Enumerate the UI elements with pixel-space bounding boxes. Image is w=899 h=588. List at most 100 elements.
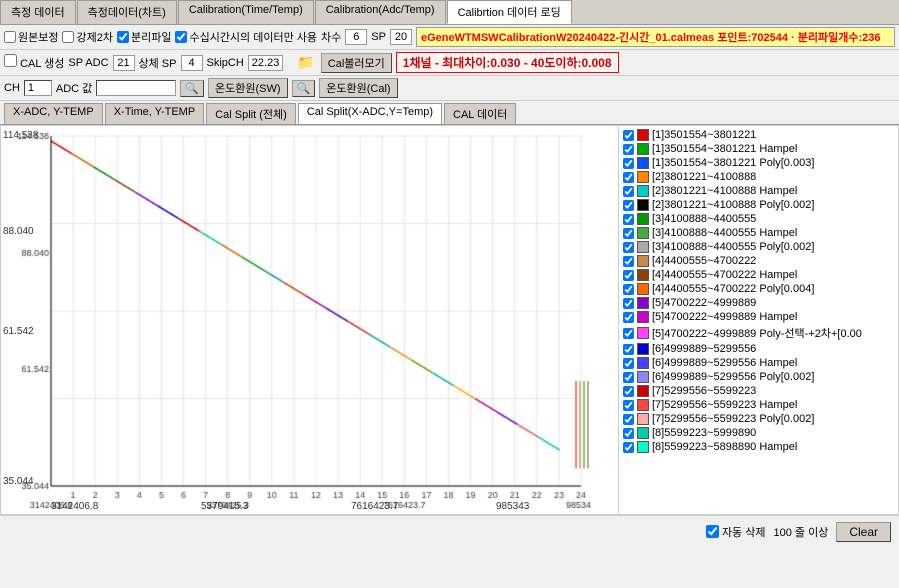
sub-tabs: X-ADC, Y-TEMP X-Time, Y-TEMP Cal Split (… xyxy=(0,101,899,125)
legend-checkbox[interactable] xyxy=(623,414,634,425)
legend-checkbox[interactable] xyxy=(623,284,634,295)
legend-color-box xyxy=(637,199,649,211)
auto-delete-text: 자동 삭제 xyxy=(722,524,766,540)
label-skipch: SkipCH xyxy=(207,57,244,69)
tab-cal-data-loading[interactable]: Calibrtion 데이터 로딩 xyxy=(447,0,572,24)
legend-checkbox[interactable] xyxy=(623,298,634,309)
legend-checkbox[interactable] xyxy=(623,442,634,453)
btn-temp-cal[interactable]: 온도환원(Cal) xyxy=(319,78,397,98)
legend-item: [5]4700222~4999889 xyxy=(621,296,896,310)
cb-auto-delete[interactable] xyxy=(706,525,719,538)
legend-color-box xyxy=(637,129,649,141)
val-sp: 20 xyxy=(390,29,412,45)
tab-cal-time-temp[interactable]: Calibration(Time/Temp) xyxy=(178,0,314,24)
legend-item: [5]4700222~4999889 Poly-선택-+2차+[0.00 xyxy=(621,324,896,342)
cb-split-label[interactable]: 분리파일 xyxy=(117,29,171,45)
legend-label: [6]4999889~5299556 Poly[0.002] xyxy=(652,371,814,383)
search-icon-btn[interactable]: 🔍 xyxy=(180,80,204,97)
subtab-xadc-ytemp[interactable]: X-ADC, Y-TEMP xyxy=(4,103,103,124)
legend-item: [2]3801221~4100888 Poly[0.002] xyxy=(621,198,896,212)
search-icon-btn2[interactable]: 🔍 xyxy=(292,80,316,97)
cb-time[interactable] xyxy=(175,31,187,43)
legend-checkbox[interactable] xyxy=(623,158,634,169)
cb-force2-label[interactable]: 강제2차 xyxy=(62,29,112,45)
legend-label: [4]4400555~4700222 Hampel xyxy=(652,269,797,281)
x-label-mid1: 5379415.3 xyxy=(201,501,248,512)
legend-checkbox[interactable] xyxy=(623,344,634,355)
cb-force2[interactable] xyxy=(62,31,74,43)
legend-checkbox[interactable] xyxy=(623,172,634,183)
val-ch[interactable] xyxy=(24,80,52,96)
label-ch: CH xyxy=(4,82,20,94)
subtab-cal-split-all[interactable]: Cal Split (전체) xyxy=(206,103,296,124)
cb-original[interactable] xyxy=(4,31,16,43)
subtab-cal-data[interactable]: CAL 데이터 xyxy=(444,103,516,124)
legend-label: [7]5299556~5599223 xyxy=(652,385,756,397)
legend-checkbox[interactable] xyxy=(623,228,634,239)
legend-color-box xyxy=(637,343,649,355)
val-spadc: 21 xyxy=(113,55,135,71)
legend-label: [5]4700222~4999889 Hampel xyxy=(652,311,797,323)
legend-checkbox[interactable] xyxy=(623,130,634,141)
adc-input[interactable] xyxy=(96,80,176,96)
clear-button[interactable]: Clear xyxy=(836,522,891,542)
cb-time-label[interactable]: 수십시간시의 데이터만 사용 xyxy=(175,29,317,45)
val-skipch: 22.23 xyxy=(248,55,284,71)
cb-original-label[interactable]: 원본보정 xyxy=(4,29,58,45)
legend-color-box xyxy=(637,311,649,323)
legend-checkbox[interactable] xyxy=(623,214,634,225)
subtab-cal-split-xadc[interactable]: Cal Split(X-ADC,Y=Temp) xyxy=(298,103,442,124)
tab-cal-adc-temp[interactable]: Calibration(Adc/Temp) xyxy=(315,0,446,24)
legend-checkbox[interactable] xyxy=(623,144,634,155)
legend-checkbox[interactable] xyxy=(623,372,634,383)
legend-checkbox[interactable] xyxy=(623,428,634,439)
legend-checkbox[interactable] xyxy=(623,358,634,369)
legend-label: [3]4100888~4400555 Poly[0.002] xyxy=(652,241,814,253)
status-text: eGeneWTMSWCalibrationW20240422-긴시간_01.ca… xyxy=(416,27,895,47)
subtab-xtime-ytemp[interactable]: X-Time, Y-TEMP xyxy=(105,103,205,124)
tab-measurement-chart[interactable]: 측정데이터(차트) xyxy=(77,0,177,24)
legend-item: [5]4700222~4999889 Hampel xyxy=(621,310,896,324)
tab-measurement-data[interactable]: 측정 데이터 xyxy=(0,0,76,24)
legend-label: [8]5599223~5999890 xyxy=(652,427,756,439)
legend-checkbox[interactable] xyxy=(623,256,634,267)
legend-label: [6]4999889~5299556 Hampel xyxy=(652,357,797,369)
legend-item: [3]4100888~4400555 xyxy=(621,212,896,226)
legend-color-box xyxy=(637,269,649,281)
chart-area: 114.538 88.040 61.542 35.044 3142406.8 5… xyxy=(0,125,619,515)
legend-checkbox[interactable] xyxy=(623,312,634,323)
btn-temp-sw[interactable]: 온도환원(SW) xyxy=(208,78,288,98)
legend-checkbox[interactable] xyxy=(623,200,634,211)
legend-checkbox[interactable] xyxy=(623,328,634,339)
legend-checkbox[interactable] xyxy=(623,186,634,197)
legend-item: [6]4999889~5299556 Hampel xyxy=(621,356,896,370)
legend-color-box xyxy=(637,427,649,439)
legend-checkbox[interactable] xyxy=(623,242,634,253)
legend-item: [1]3501554~3801221 Poly[0.003] xyxy=(621,156,896,170)
cb-cal-label[interactable]: CAL 생성 xyxy=(4,54,64,71)
x-label-max: 985343 xyxy=(496,501,529,512)
legend-label: [7]5299556~5599223 Poly[0.002] xyxy=(652,413,814,425)
legend-label: [7]5299556~5599223 Hampel xyxy=(652,399,797,411)
label-adc: ADC 값 xyxy=(56,80,92,96)
cb-split[interactable] xyxy=(117,31,129,43)
legend-label: [4]4400555~4700222 xyxy=(652,255,756,267)
legend-label: [2]3801221~4100888 Poly[0.002] xyxy=(652,199,814,211)
legend-checkbox[interactable] xyxy=(623,386,634,397)
y-label-min: 35.044 xyxy=(3,476,34,487)
threshold-val: 100 줄 이상 xyxy=(773,524,828,540)
val-sp2: 4 xyxy=(181,55,203,71)
btn-calfile[interactable]: Cal볼러모기 xyxy=(321,53,392,73)
legend-item: [6]4999889~5299556 xyxy=(621,342,896,356)
chart-canvas xyxy=(1,126,591,515)
legend-checkbox[interactable] xyxy=(623,270,634,281)
cb-cal[interactable] xyxy=(4,54,17,67)
cb-auto-delete-label[interactable]: 자동 삭제 xyxy=(706,524,766,540)
folder-icon[interactable]: 📁 xyxy=(295,54,316,71)
legend-item: [4]4400555~4700222 xyxy=(621,254,896,268)
legend-checkbox[interactable] xyxy=(623,400,634,411)
legend-color-box xyxy=(637,213,649,225)
legend-label: [4]4400555~4700222 Poly[0.004] xyxy=(652,283,814,295)
legend-color-box xyxy=(637,413,649,425)
legend-label: [2]3801221~4100888 xyxy=(652,171,756,183)
